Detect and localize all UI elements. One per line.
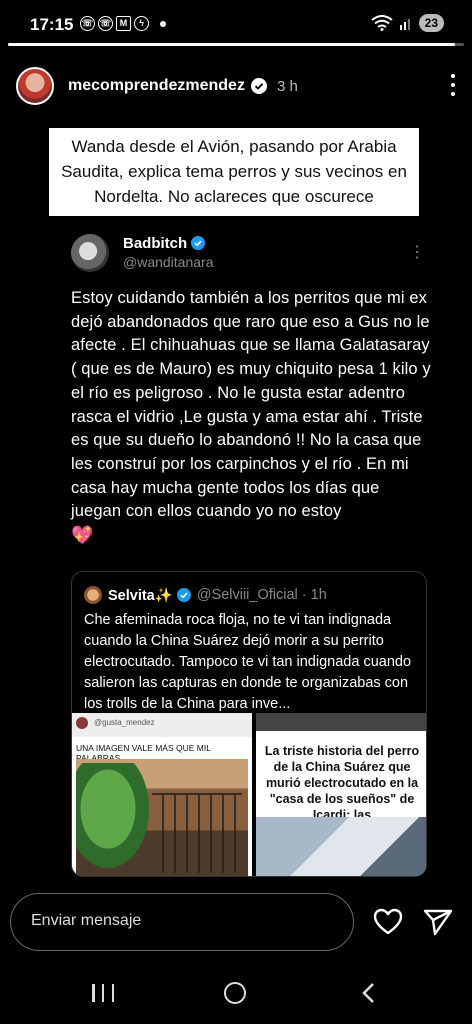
verified-badge-icon	[191, 236, 206, 250]
quote-image-left: @gusta_mendez UNA IMAGEN VALE MÁS QUE MI…	[72, 713, 252, 876]
image-right-photo	[256, 817, 426, 876]
tweet-avatar	[71, 234, 109, 272]
image-right-top	[256, 713, 426, 731]
image-right-headline: La triste historia del perro de la China…	[264, 744, 420, 822]
verified-badge-icon	[250, 78, 267, 94]
image-left-fence	[152, 793, 242, 873]
tweet-card: Badbitch @wanditanara ⋮ Estoy cuidando t…	[55, 232, 441, 545]
android-nav-bar	[0, 976, 472, 1024]
story-time: 3 h	[276, 77, 298, 95]
like-heart-icon[interactable]	[372, 906, 404, 938]
quote-image-right: La triste historia del perro de la China…	[256, 713, 426, 876]
gmail-icon: M	[116, 16, 131, 31]
image-left-plant	[76, 763, 156, 876]
quote-author-handle: @Selviii_Oficial · 1h	[196, 587, 327, 603]
image-left-handle: @gusta_mendez	[94, 718, 155, 727]
quoted-tweet: Selvita✨ @Selviii_Oficial · 1h Che afemi…	[71, 571, 427, 877]
battery-indicator: 23	[418, 14, 444, 32]
tweet-header: Badbitch @wanditanara ⋮	[55, 232, 441, 274]
quote-header: Selvita✨ @Selviii_Oficial · 1h	[84, 586, 327, 604]
story-progress-bar	[8, 43, 464, 46]
messenger-icon: ϟ	[134, 16, 149, 31]
notification-icons: ☏ ☏ M ϟ	[80, 16, 166, 31]
signal-icon	[399, 19, 410, 30]
story-progress-fill	[8, 43, 455, 46]
status-right: 23	[371, 14, 444, 32]
sparkling-heart-emoji: 💖	[71, 525, 94, 546]
verified-badge-icon	[176, 588, 191, 602]
quote-author-name: Selvita✨	[108, 587, 173, 604]
more-options-icon[interactable]	[450, 74, 456, 96]
status-time: 17:15	[30, 15, 74, 34]
story-username[interactable]: mecomprendezmendez	[68, 77, 245, 95]
tweet-body: Estoy cuidando también a los perritos qu…	[71, 289, 431, 521]
whatsapp-icon-2: ☏	[98, 16, 113, 31]
story-header: mecomprendezmendez 3 h	[16, 64, 456, 108]
whatsapp-icon: ☏	[80, 16, 95, 31]
recent-apps-icon[interactable]	[92, 984, 114, 1002]
wifi-icon	[371, 15, 393, 31]
image-left-header: @gusta_mendez	[72, 713, 252, 737]
quote-text: Che afeminada roca floja, no te vi tan i…	[84, 612, 412, 712]
tweet-author-name: Badbitch	[123, 235, 206, 252]
quote-avatar	[84, 586, 102, 604]
story-caption: Wanda desde el Avión, pasando por Arabia…	[49, 128, 419, 216]
tweet-text: Estoy cuidando también a los perritos qu…	[71, 287, 431, 549]
send-icon[interactable]	[422, 906, 454, 938]
message-input[interactable]	[31, 912, 331, 930]
avatar[interactable]	[16, 67, 54, 105]
image-left-avatar	[76, 717, 88, 729]
tweet-author-handle: @wanditanara	[123, 254, 214, 270]
home-icon[interactable]	[224, 982, 246, 1004]
reply-bar[interactable]	[10, 893, 354, 951]
more-notifications-icon	[160, 21, 166, 27]
tweet-author-name-text: Badbitch	[123, 235, 188, 252]
back-icon[interactable]	[358, 982, 380, 1004]
tweet-more-icon: ⋮	[409, 244, 425, 261]
